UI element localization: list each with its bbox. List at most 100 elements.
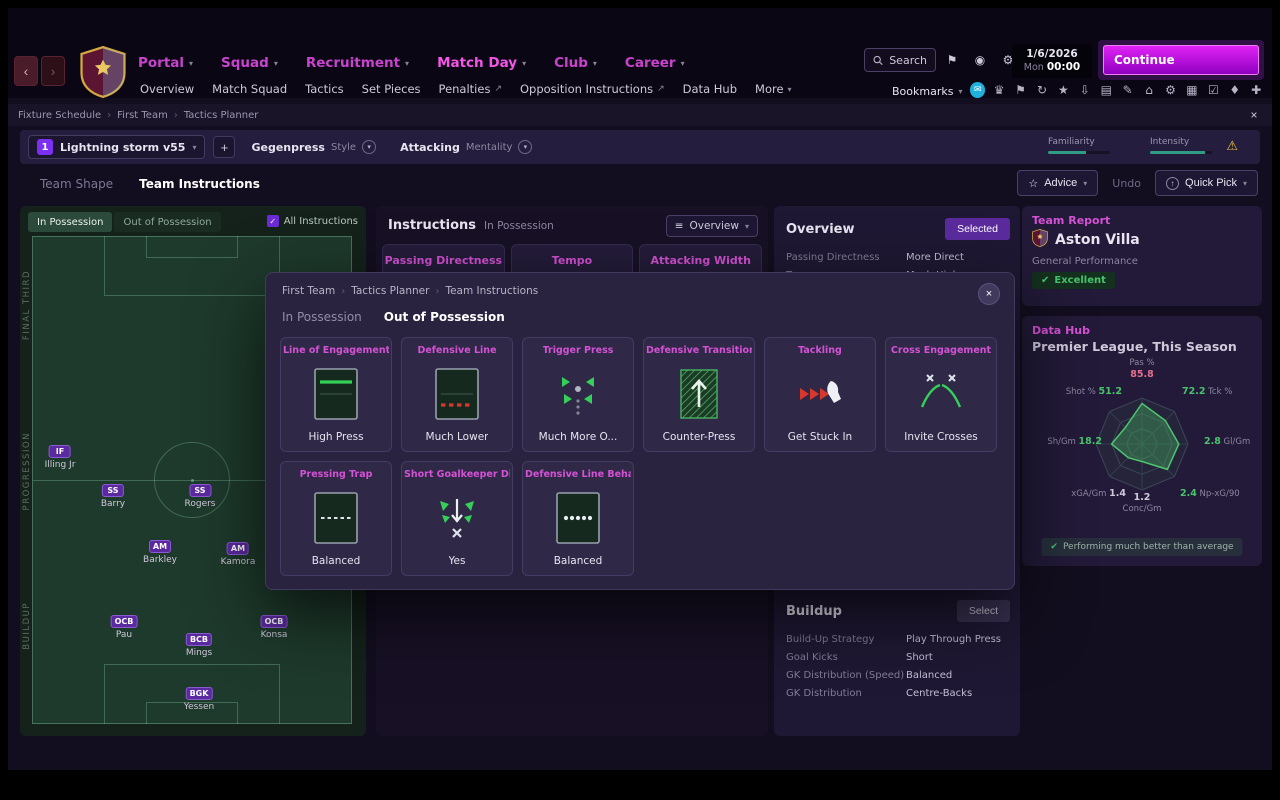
- close-page-button[interactable]: ×: [1246, 107, 1262, 123]
- star-icon: ☆: [1028, 177, 1038, 190]
- all-instructions-toggle[interactable]: ✓ All Instructions: [267, 215, 358, 227]
- player-rogers[interactable]: SSRogers: [185, 484, 216, 509]
- subnav-opposition-instructions[interactable]: Opposition Instructions↗: [520, 82, 665, 96]
- modal-tab-out-of-possession[interactable]: Out of Possession: [384, 310, 505, 324]
- continue-button[interactable]: Continue: [1103, 45, 1259, 75]
- breadcrumb-item[interactable]: Team Instructions: [445, 285, 538, 297]
- close-modal-button[interactable]: ×: [978, 283, 1000, 305]
- subnav-penalties[interactable]: Penalties↗: [439, 82, 502, 96]
- player-yessen[interactable]: BGKYessen: [184, 687, 214, 712]
- subnav-match-squad[interactable]: Match Squad: [212, 82, 287, 96]
- bookmarks-dropdown[interactable]: Bookmarks ▾: [892, 85, 962, 98]
- favourites-icon[interactable]: ★: [1056, 82, 1071, 98]
- tackling-icon: [797, 356, 843, 431]
- notes-icon[interactable]: ✎: [1120, 82, 1135, 98]
- breadcrumb-item[interactable]: Tactics Planner: [351, 285, 429, 297]
- intensity-meter: Intensity: [1150, 137, 1212, 154]
- instruction-card-line-of-engagement[interactable]: Line of EngagementHigh Press: [280, 337, 392, 452]
- modal-tab-in-possession[interactable]: In Possession: [282, 310, 362, 324]
- player-barkley[interactable]: AMBarkley: [143, 540, 177, 565]
- reports-icon[interactable]: ▤: [1099, 82, 1114, 98]
- selected-button[interactable]: Selected: [945, 218, 1010, 240]
- sync-icon[interactable]: ↻: [1034, 82, 1049, 98]
- style-select[interactable]: Gegenpress Style ▾: [243, 135, 384, 159]
- search-button[interactable]: Search: [864, 48, 936, 72]
- menu-portal[interactable]: Portal▾: [138, 55, 193, 71]
- player-position-badge: SS: [102, 484, 124, 497]
- team-name[interactable]: Aston Villa: [1055, 232, 1140, 248]
- menu-club[interactable]: Club▾: [554, 55, 597, 71]
- competition-icon[interactable]: ♛: [991, 82, 1006, 98]
- preferences-icon[interactable]: ⚙: [1163, 82, 1178, 98]
- player-pau[interactable]: OCBPau: [111, 615, 138, 640]
- quick-pick-button[interactable]: ↑ Quick Pick ▾: [1155, 170, 1258, 196]
- right-sidebar: Team Report Aston Villa General Performa…: [1022, 206, 1262, 736]
- player-mings[interactable]: BCBMings: [186, 633, 212, 658]
- menu-label: Squad: [221, 55, 269, 71]
- tactic-select[interactable]: 1 Lightning storm v55 ▾: [28, 135, 205, 159]
- breadcrumb-item[interactable]: Tactics Planner: [184, 110, 259, 121]
- team-report-title: Team Report: [1032, 214, 1110, 227]
- download-icon[interactable]: ⇩: [1077, 82, 1092, 98]
- instruction-card-tackling[interactable]: TacklingGet Stuck In: [764, 337, 876, 452]
- breadcrumb-item[interactable]: First Team: [282, 285, 335, 297]
- instruction-card-short-goalkeeper-distr[interactable]: Short Goalkeeper DistrYes: [401, 461, 513, 576]
- mentality-select[interactable]: Attacking Mentality ▾: [392, 135, 540, 159]
- menu-recruitment[interactable]: Recruitment▾: [306, 55, 409, 71]
- instruction-card-pressing-trap[interactable]: Pressing TrapBalanced: [280, 461, 392, 576]
- bookmark-flag-icon[interactable]: ⚑: [942, 50, 962, 70]
- toggle-out-of-possession[interactable]: Out of Possession: [114, 212, 220, 232]
- shortlist-icon[interactable]: ♦: [1227, 82, 1242, 98]
- home-icon[interactable]: ⌂: [1141, 82, 1156, 98]
- player-konsa[interactable]: OCBKonsa: [261, 615, 288, 640]
- breadcrumb-item[interactable]: First Team: [117, 110, 168, 121]
- player-kamora[interactable]: AMKamora: [221, 542, 256, 567]
- view-dropdown-label: Overview: [690, 220, 739, 232]
- radar-labels: Pas %85.872.2 Tck %2.8 Gl/Gm2.4 Np-xG/90…: [1032, 358, 1252, 528]
- radar-axis-name: Sh/Gm: [1047, 437, 1076, 447]
- tactic-name: Lightning storm v55: [60, 141, 185, 154]
- player-position-badge: IF: [49, 445, 71, 458]
- radar-label-pas: Pas %85.8: [1032, 358, 1252, 381]
- tab-team-shape[interactable]: Team Shape: [40, 177, 113, 191]
- instruction-card-cross-engagement[interactable]: Cross EngagementInvite Crosses: [885, 337, 997, 452]
- social-feed-icon[interactable]: ✉: [970, 82, 985, 98]
- setting-value: Play Through Press: [906, 634, 1001, 645]
- player-name: Konsa: [261, 630, 288, 640]
- forward-button[interactable]: ›: [41, 56, 65, 86]
- instruction-card-defensive-line-behavio[interactable]: Defensive Line BehavioBalanced: [522, 461, 634, 576]
- subnav-more[interactable]: More▾: [755, 82, 792, 96]
- radar-label-xga-gm: xGA/Gm 1.4: [1032, 488, 1126, 500]
- flag-icon[interactable]: ⚑: [1013, 82, 1028, 98]
- instruction-card-defensive-line[interactable]: Defensive LineMuch Lower: [401, 337, 513, 452]
- add-tactic-button[interactable]: +: [213, 136, 235, 158]
- world-icon[interactable]: ◉: [970, 50, 990, 70]
- calendar-icon[interactable]: ▦: [1184, 82, 1199, 98]
- instruction-card-trigger-press[interactable]: Trigger PressMuch More O...: [522, 337, 634, 452]
- radar-label-shot: Shot % 51.2: [1032, 386, 1122, 398]
- menu-squad[interactable]: Squad▾: [221, 55, 278, 71]
- undo-button[interactable]: Undo: [1112, 177, 1141, 190]
- tasks-icon[interactable]: ☑: [1206, 82, 1221, 98]
- add-icon[interactable]: ✚: [1248, 82, 1263, 98]
- player-barry[interactable]: SSBarry: [101, 484, 125, 509]
- tab-team-instructions[interactable]: Team Instructions: [139, 177, 260, 191]
- view-tabs: Team Shape Team Instructions: [20, 166, 280, 202]
- overview-view-dropdown[interactable]: ≡ Overview ▾: [666, 215, 758, 237]
- breadcrumb-item[interactable]: Fixture Schedule: [18, 110, 101, 121]
- subnav-overview[interactable]: Overview: [140, 82, 194, 96]
- subnav-tactics[interactable]: Tactics: [305, 82, 344, 96]
- select-button[interactable]: Select: [957, 600, 1010, 622]
- menu-career[interactable]: Career▾: [625, 55, 685, 71]
- subnav-set-pieces[interactable]: Set Pieces: [362, 82, 421, 96]
- menu-label: Career: [625, 55, 676, 71]
- club-badge[interactable]: [80, 46, 126, 98]
- menu-match-day[interactable]: Match Day▾: [437, 55, 526, 71]
- advice-button[interactable]: ☆ Advice ▾: [1017, 170, 1098, 196]
- subnav-data-hub[interactable]: Data Hub: [683, 82, 737, 96]
- player-illing-jr[interactable]: IFIlling Jr: [45, 445, 76, 470]
- setting-label: Passing Directness: [786, 252, 906, 263]
- toggle-in-possession[interactable]: In Possession: [28, 212, 112, 232]
- back-button[interactable]: ‹: [14, 56, 38, 86]
- instruction-card-defensive-transition[interactable]: Defensive TransitionCounter-Press: [643, 337, 755, 452]
